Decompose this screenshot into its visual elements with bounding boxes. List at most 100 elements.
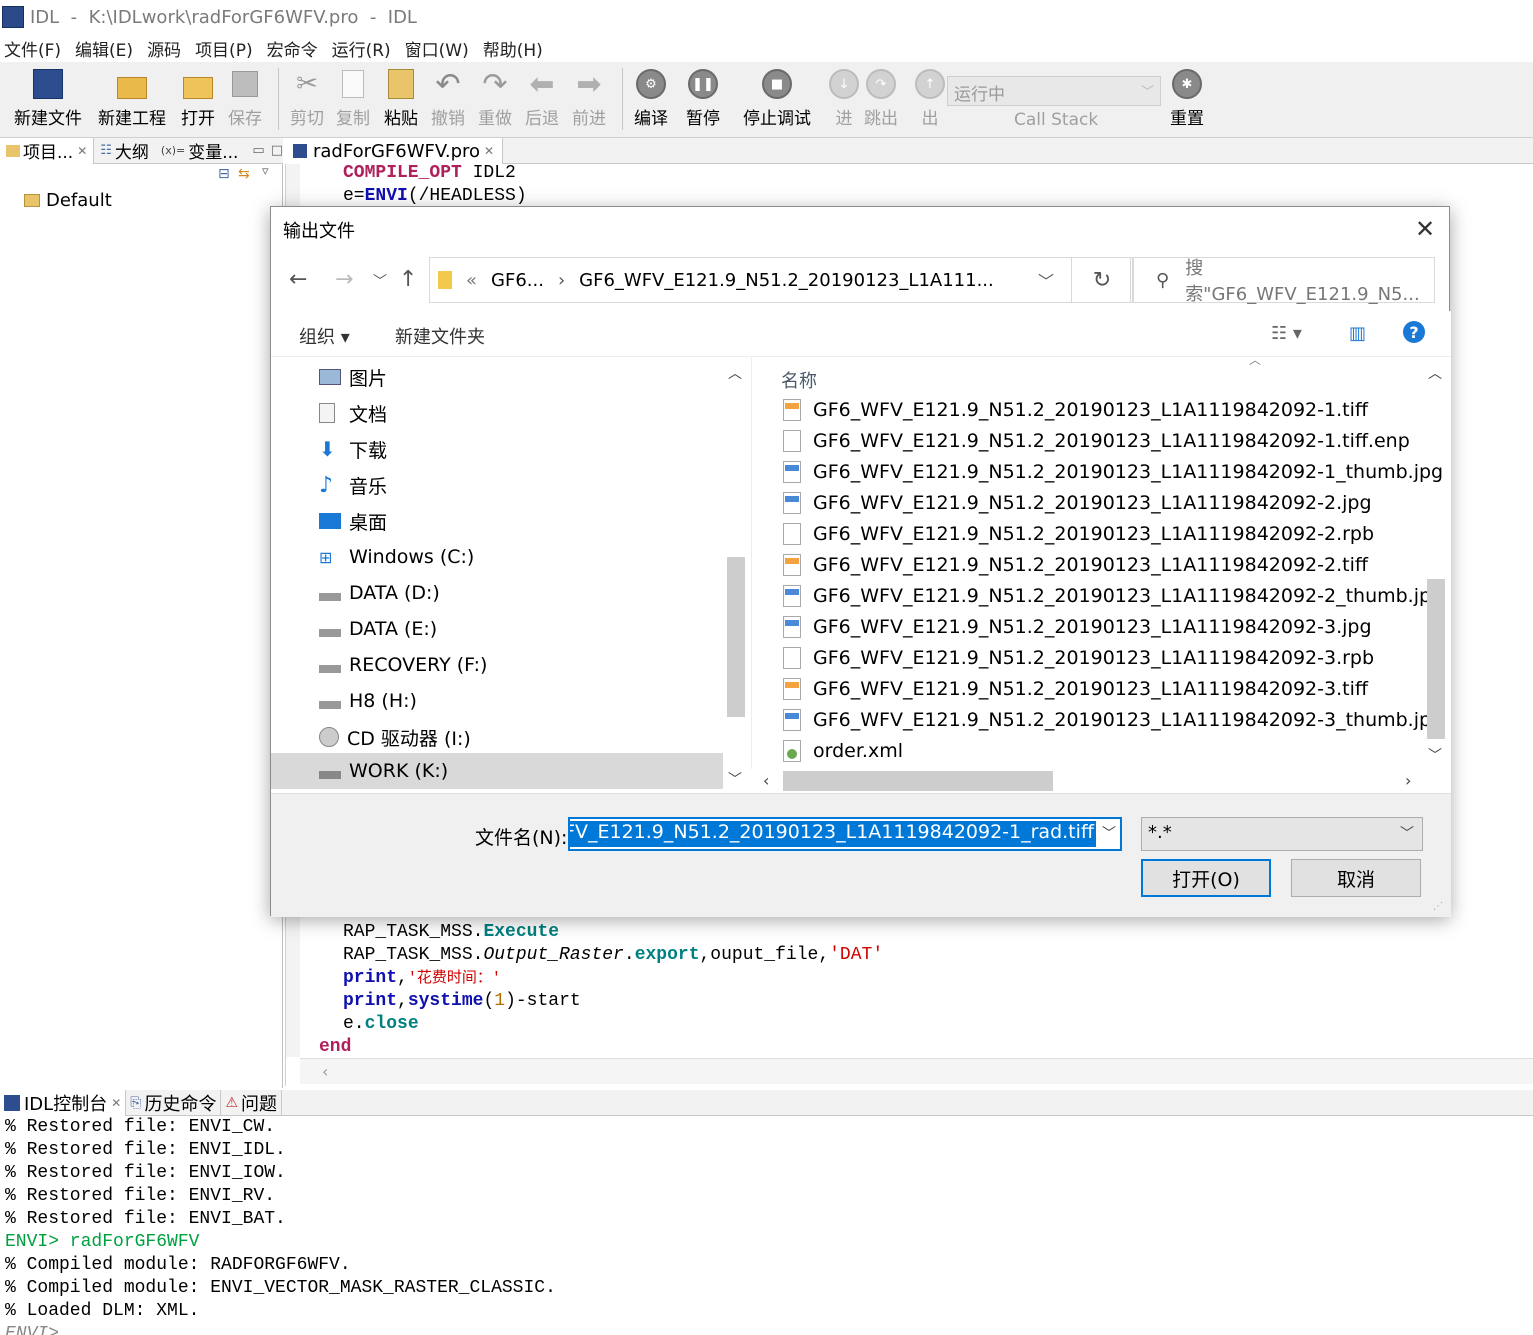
maximize-icon[interactable]: □ — [271, 143, 283, 158]
scroll-down-icon[interactable]: ﹀ — [1428, 745, 1442, 765]
recent-locations-icon[interactable]: ﹀ — [373, 271, 387, 291]
save-button[interactable]: 保存 — [228, 68, 262, 129]
file-item[interactable]: GF6_WFV_E121.9_N51.2_20190123_L1A1119842… — [783, 394, 1368, 425]
organize-button[interactable]: 组织 ▾ — [299, 323, 350, 349]
preview-pane-icon[interactable]: ▥ — [1349, 323, 1366, 344]
menu-source[interactable]: 源码 — [147, 36, 181, 61]
new-project-button[interactable]: 新建工程 — [98, 68, 166, 129]
file-item[interactable]: GF6_WFV_E121.9_N51.2_20190123_L1A1119842… — [783, 642, 1374, 673]
undo-button[interactable]: ↶ 撤销 — [431, 67, 465, 130]
nav-item-documents[interactable]: 文档 — [319, 395, 387, 431]
open-button[interactable]: 打开(O) — [1141, 859, 1271, 897]
nav-item-drive-d[interactable]: DATA (D:) — [319, 575, 440, 611]
search-input[interactable]: ⚲ 搜索"GF6_WFV_E121.9_N5... — [1133, 257, 1435, 305]
menu-macro[interactable]: 宏命令 — [267, 36, 318, 61]
tab-radforgf6wfv[interactable]: radForGF6WFV.pro ✕ — [285, 138, 504, 164]
paste-button[interactable]: 粘贴 — [384, 68, 418, 129]
step-into-button[interactable]: ↓ 进 — [828, 68, 860, 129]
scroll-left-icon[interactable]: ‹ — [322, 1062, 328, 1081]
file-item[interactable]: GF6_WFV_E121.9_N51.2_20190123_L1A1119842… — [783, 673, 1368, 704]
file-item[interactable]: GF6_WFV_E121.9_N51.2_20190123_L1A1119842… — [783, 580, 1443, 611]
nav-item-drive-c[interactable]: ⊞ Windows (C:) — [319, 539, 474, 575]
new-file-button[interactable]: 新建文件 — [14, 68, 82, 129]
column-header-name[interactable]: 名称 — [781, 367, 817, 393]
help-icon[interactable]: ? — [1403, 321, 1425, 343]
chevron-down-icon[interactable]: ﹀ — [1102, 823, 1116, 843]
open-button[interactable]: 打开 — [181, 68, 215, 129]
menu-edit[interactable]: 编辑(E) — [75, 36, 133, 61]
nav-scrollbar-thumb[interactable] — [727, 557, 745, 717]
tab-history[interactable]: ⎘ 历史命令 — [126, 1089, 222, 1116]
back-button[interactable]: ⬅ 后退 — [525, 67, 559, 130]
step-out-button[interactable]: ↑ 出 — [914, 68, 946, 129]
nav-item-drive-e[interactable]: DATA (E:) — [319, 611, 437, 647]
nav-item-drive-f[interactable]: RECOVERY (F:) — [319, 647, 487, 683]
scroll-up-icon[interactable]: ︿ — [1428, 363, 1442, 383]
console-prompt[interactable]: ENVI> — [5, 1323, 59, 1335]
menu-project[interactable]: 项目(P) — [195, 36, 253, 61]
close-icon[interactable]: ✕ — [484, 144, 494, 158]
menu-help[interactable]: 帮助(H) — [483, 36, 543, 61]
stop-debug-button[interactable]: ■ 停止调试 — [743, 68, 811, 129]
file-item[interactable]: GF6_WFV_E121.9_N51.2_20190123_L1A1119842… — [783, 518, 1374, 549]
minimize-icon[interactable]: ▭ — [252, 143, 264, 158]
link-editor-icon[interactable]: ⇆ — [238, 166, 250, 182]
scroll-right-icon[interactable]: › — [1405, 771, 1411, 790]
run-state-dropdown[interactable]: 运行中 ﹀ — [947, 76, 1161, 106]
nav-item-drive-h[interactable]: H8 (H:) — [319, 683, 417, 719]
forward-arrow-icon[interactable]: → — [335, 267, 353, 292]
scroll-down-icon[interactable]: ﹀ — [728, 769, 742, 789]
breadcrumb-parent[interactable]: GF6... — [491, 270, 544, 291]
new-folder-button[interactable]: 新建文件夹 — [395, 323, 485, 349]
file-item[interactable]: GF6_WFV_E121.9_N51.2_20190123_L1A1119842… — [783, 549, 1368, 580]
tab-outline[interactable]: ☷ 大纲 — [94, 138, 155, 164]
cancel-button[interactable]: 取消 — [1291, 859, 1421, 897]
file-type-select[interactable]: *.* ﹀ — [1141, 817, 1423, 851]
tab-variables[interactable]: (x)= 变量... — [155, 138, 245, 164]
compile-button[interactable]: ⚙ 编译 — [634, 68, 668, 129]
view-menu-icon[interactable]: ▿ — [262, 164, 269, 179]
nav-item-downloads[interactable]: ⬇ 下载 — [319, 431, 387, 467]
file-item[interactable]: GF6_WFV_E121.9_N51.2_20190123_L1A1119842… — [783, 704, 1443, 735]
file-item[interactable]: GF6_WFV_E121.9_N51.2_20190123_L1A1119842… — [783, 425, 1410, 456]
tab-idl-console[interactable]: IDL控制台 ✕ — [0, 1089, 127, 1116]
view-options-icon[interactable]: ☷ ▾ — [1271, 323, 1302, 344]
chevron-down-icon[interactable]: ﹀ — [1038, 268, 1054, 292]
file-item[interactable]: GF6_WFV_E121.9_N51.2_20190123_L1A1119842… — [783, 487, 1372, 518]
refresh-button[interactable]: ↻ — [1071, 257, 1133, 303]
redo-button[interactable]: ↷ 重做 — [478, 67, 512, 130]
pause-button[interactable]: ❚❚ 暂停 — [686, 68, 720, 129]
nav-item-desktop[interactable]: 桌面 — [319, 503, 387, 539]
close-icon[interactable]: ✕ — [111, 1096, 121, 1110]
tab-problems[interactable]: ⚠ 问题 — [221, 1089, 283, 1116]
nav-item-pictures[interactable]: 图片 — [319, 359, 387, 395]
forward-button[interactable]: ➡ 前进 — [572, 67, 606, 130]
copy-button[interactable]: 复制 — [336, 68, 370, 129]
file-list-scrollbar-thumb[interactable] — [1427, 579, 1445, 739]
close-icon[interactable]: ✕ — [77, 144, 87, 158]
menu-window[interactable]: 窗口(W) — [405, 36, 469, 61]
tab-project[interactable]: 项目... ✕ — [0, 137, 95, 164]
step-over-button[interactable]: ↷ 跳出 — [864, 68, 898, 129]
tree-item-default[interactable]: Default — [24, 190, 112, 211]
nav-item-music[interactable]: ♪ 音乐 — [319, 467, 387, 503]
file-item[interactable]: GF6_WFV_E121.9_N51.2_20190123_L1A1119842… — [783, 611, 1372, 642]
file-item[interactable]: GF6_WFV_E121.9_N51.2_20190123_L1A1119842… — [783, 456, 1443, 487]
cut-button[interactable]: ✂ 剪切 — [290, 68, 324, 129]
nav-item-drive-i[interactable]: CD 驱动器 (I:) — [319, 719, 471, 755]
breadcrumb-current[interactable]: GF6_WFV_E121.9_N51.2_20190123_L1A111... — [579, 270, 994, 291]
reset-button[interactable]: ✱ 重置 — [1170, 68, 1204, 129]
resize-grip-icon[interactable]: ⋰ — [1433, 901, 1443, 912]
file-list-horizontal-thumb[interactable] — [783, 771, 1053, 791]
nav-item-drive-k[interactable]: WORK (K:) — [319, 753, 448, 789]
up-arrow-icon[interactable]: ↑ — [399, 267, 417, 292]
menu-run[interactable]: 运行(R) — [332, 36, 391, 61]
scroll-left-icon[interactable]: ‹ — [763, 771, 769, 790]
address-bar[interactable]: « GF6... › GF6_WFV_E121.9_N51.2_20190123… — [429, 257, 1131, 303]
file-item[interactable]: order.xml — [783, 735, 903, 766]
collapse-all-icon[interactable]: ⊟ — [218, 166, 230, 182]
close-icon[interactable]: ✕ — [1415, 215, 1435, 243]
console-output[interactable]: % Restored file: ENVI_CW. % Restored fil… — [0, 1116, 1533, 1335]
filename-input[interactable]: F6_WFV_E121.9_N51.2_20190123_L1A11198420… — [568, 817, 1122, 851]
menu-file[interactable]: 文件(F) — [4, 36, 61, 61]
